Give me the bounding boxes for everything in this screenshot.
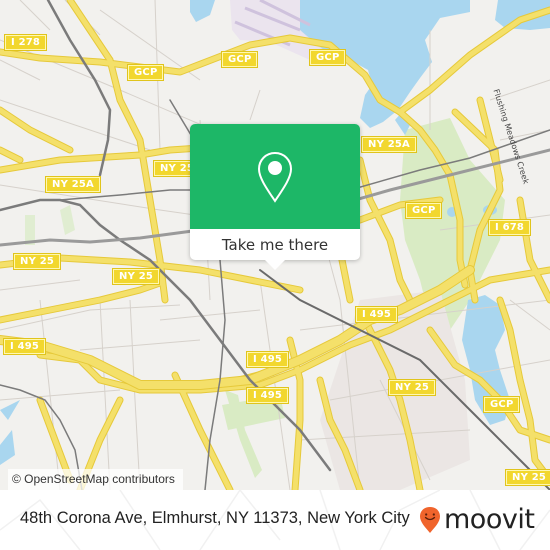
shield-gcp: GCP [310, 50, 346, 65]
map-pin-icon [257, 151, 293, 203]
water-nw [190, 0, 215, 22]
shield-ny-25a: NY 25A [46, 177, 100, 192]
footer-bar: 48th Corona Ave, Elmhurst, NY 11373, New… [0, 490, 550, 550]
take-me-there-button[interactable]: Take me there [190, 229, 360, 260]
shield-ny-25: NY 25 [389, 380, 436, 395]
popup-header[interactable] [190, 124, 360, 229]
shield-gcp: GCP [484, 397, 520, 412]
shield-i-278: I 278 [5, 35, 47, 50]
destination-popup[interactable]: Take me there [190, 124, 360, 270]
shield-i-495: I 495 [356, 307, 398, 322]
address-text: 48th Corona Ave, Elmhurst, NY 11373, New… [20, 509, 410, 527]
shield-i-495: I 495 [247, 388, 289, 403]
moovit-wordmark: moovit [444, 504, 535, 535]
shield-i-495: I 495 [247, 352, 289, 367]
shield-gcp: GCP [128, 65, 164, 80]
shield-i-678: I 678 [489, 220, 531, 235]
shield-gcp: GCP [406, 203, 442, 218]
moovit-logo[interactable]: moovit [419, 504, 535, 536]
map-view[interactable]: I 278 GCP GCP GCP NY 25A NY 25A NY 25 NY… [0, 0, 550, 490]
shield-ny-25: NY 25 [14, 254, 61, 269]
shield-i-495: I 495 [4, 339, 46, 354]
shield-ny-25a: NY 25A [362, 137, 416, 152]
popup-pointer [265, 260, 285, 270]
shield-gcp: GCP [222, 52, 258, 67]
map-attribution[interactable]: © OpenStreetMap contributors [8, 469, 183, 490]
shield-ny-25: NY 25 [506, 470, 550, 485]
moovit-pin-icon [420, 507, 440, 533]
shield-ny-25: NY 25 [113, 269, 160, 284]
